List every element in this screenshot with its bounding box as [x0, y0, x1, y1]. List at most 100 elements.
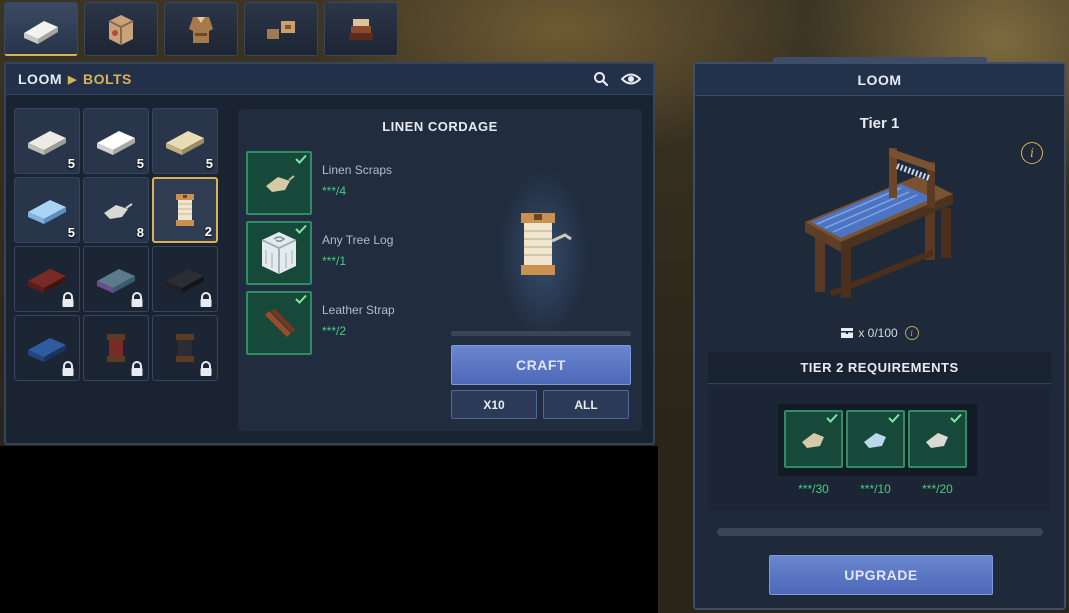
- item-count: 8: [136, 225, 144, 240]
- accessories-icon: [267, 21, 295, 39]
- recipe-slot-canvas-bolt[interactable]: 5: [152, 108, 218, 174]
- recipe-grid: 5 5 5 5 8 2: [14, 108, 218, 381]
- tree-log-icon: [261, 232, 297, 274]
- craft-progress-bar: [451, 331, 631, 336]
- tab-clothing[interactable]: [164, 2, 238, 56]
- linen-cordage-icon: [521, 213, 572, 275]
- eye-icon[interactable]: [621, 72, 641, 86]
- lock-icon: [131, 361, 143, 376]
- ingredient-slot[interactable]: [246, 151, 312, 215]
- silk-bolt-icon: [28, 200, 66, 224]
- clothing-icon: [189, 17, 213, 43]
- craft-button[interactable]: CRAFT: [451, 345, 631, 385]
- book-stack-icon: [349, 19, 373, 40]
- item-count: 5: [67, 156, 75, 171]
- requirement-qty: ***/30: [798, 482, 829, 496]
- recipe-slot-iridescent-bolt[interactable]: [83, 246, 149, 312]
- item-count: 5: [67, 225, 75, 240]
- upgrade-button[interactable]: UPGRADE: [769, 555, 993, 595]
- info-icon[interactable]: i: [1021, 142, 1043, 164]
- storage-count: x 0/100: [858, 326, 898, 340]
- empty-backdrop: [0, 446, 658, 613]
- lock-icon: [62, 292, 74, 307]
- requirement-qty: ***/20: [922, 482, 953, 496]
- ingredient-name: Any Tree Log: [322, 233, 394, 247]
- recipe-slot-silk-bolt[interactable]: 5: [14, 177, 80, 243]
- check-icon: [950, 413, 962, 423]
- red-spool-icon: [107, 334, 125, 362]
- white-bolt-icon: [97, 131, 135, 155]
- recipe-slot-blue-bolt[interactable]: [14, 315, 80, 381]
- tab-crates[interactable]: [84, 2, 158, 56]
- recipe-slot-linen-cordage[interactable]: 2: [152, 177, 218, 243]
- ingredient-row: Any Tree Log ***/1: [246, 221, 466, 285]
- dark-spool-icon: [176, 334, 194, 362]
- storage-info-icon[interactable]: i: [904, 326, 919, 340]
- woven-crate-icon: [108, 15, 134, 45]
- crafting-panel: LOOM ▶ BOLTS 5 5 5 5 8 2 LINEN CORDAGE L…: [4, 62, 655, 445]
- ingredient-qty: ***/1: [322, 254, 347, 268]
- recipe-slot-dark-bolt[interactable]: [152, 246, 218, 312]
- ingredient-name: Linen Scraps: [322, 163, 393, 177]
- ingredient-slot[interactable]: [246, 221, 312, 285]
- craft-all-button[interactable]: ALL: [543, 390, 629, 419]
- requirements-title: TIER 2 REQUIREMENTS: [708, 352, 1051, 384]
- crafting-header: LOOM ▶ BOLTS: [6, 64, 653, 95]
- tab-books[interactable]: [324, 2, 398, 56]
- linen-cordage-icon: [176, 194, 194, 226]
- ingredient-name: Leather Strap: [322, 303, 395, 317]
- recipe-title: LINEN CORDAGE: [382, 119, 498, 134]
- check-icon: [295, 154, 307, 164]
- recipe-detail: LINEN CORDAGE Linen Scraps ***/4 Any Tre…: [238, 109, 642, 431]
- ingredient-qty: ***/2: [322, 324, 347, 338]
- storage-capacity: x 0/100 i: [695, 326, 1064, 340]
- requirement-slot[interactable]: [908, 410, 967, 468]
- linen-scraps-icon: [266, 175, 295, 192]
- wool-scraps-icon: [925, 433, 948, 448]
- tab-bolts[interactable]: [4, 2, 78, 56]
- check-icon: [295, 294, 307, 304]
- ingredient-row: Leather Strap ***/2: [246, 291, 466, 355]
- chest-icon: [841, 328, 854, 338]
- item-count: 5: [205, 156, 213, 171]
- search-icon[interactable]: [593, 71, 609, 87]
- station-title: LOOM: [695, 64, 1064, 96]
- linen-bolt-icon: [24, 20, 58, 44]
- header-actions: [593, 71, 641, 87]
- recipe-slot-white-bolt[interactable]: 5: [83, 108, 149, 174]
- recipe-slot-dark-spool[interactable]: [152, 315, 218, 381]
- lock-icon: [200, 292, 212, 307]
- recipe-slot-linen-scraps[interactable]: 8: [83, 177, 149, 243]
- linen-scraps-icon: [801, 433, 824, 448]
- lock-icon: [131, 292, 143, 307]
- recipe-slot-red-bolt[interactable]: [14, 246, 80, 312]
- station-panel: LOOM Tier 1 i x 0/100 i TIER 2 REQUIREME…: [693, 57, 1066, 610]
- recipe-slot-red-spool[interactable]: [83, 315, 149, 381]
- requirements-row: [778, 404, 977, 476]
- canvas-bolt-icon: [166, 131, 204, 155]
- tier-label: Tier 1: [859, 115, 900, 132]
- item-count: 2: [204, 224, 212, 239]
- linen-bolt-icon: [28, 131, 66, 155]
- ingredient-slot[interactable]: [246, 291, 312, 355]
- tab-accessories[interactable]: [244, 2, 318, 56]
- check-icon: [826, 413, 838, 423]
- lock-icon: [200, 361, 212, 376]
- check-icon: [295, 224, 307, 234]
- ingredient-row: Linen Scraps ***/4: [246, 151, 466, 215]
- breadcrumb-category: BOLTS: [82, 71, 132, 87]
- craft-x10-button[interactable]: X10: [451, 390, 537, 419]
- silk-scraps-icon: [863, 433, 886, 448]
- check-icon: [888, 413, 900, 423]
- requirement-slot[interactable]: [846, 410, 905, 468]
- recipe-slot-linen-bolt[interactable]: 5: [14, 108, 80, 174]
- breadcrumb-arrow-icon: ▶: [68, 73, 77, 86]
- requirements-area: ***/30 ***/10 ***/20: [708, 386, 1051, 511]
- requirement-slot[interactable]: [784, 410, 843, 468]
- station-tabs: [4, 2, 398, 56]
- requirement-qty: ***/10: [860, 482, 891, 496]
- breadcrumb-station[interactable]: LOOM: [18, 71, 62, 87]
- loom-icon: [805, 148, 953, 298]
- item-count: 5: [136, 156, 144, 171]
- ingredient-qty: ***/4: [322, 184, 347, 198]
